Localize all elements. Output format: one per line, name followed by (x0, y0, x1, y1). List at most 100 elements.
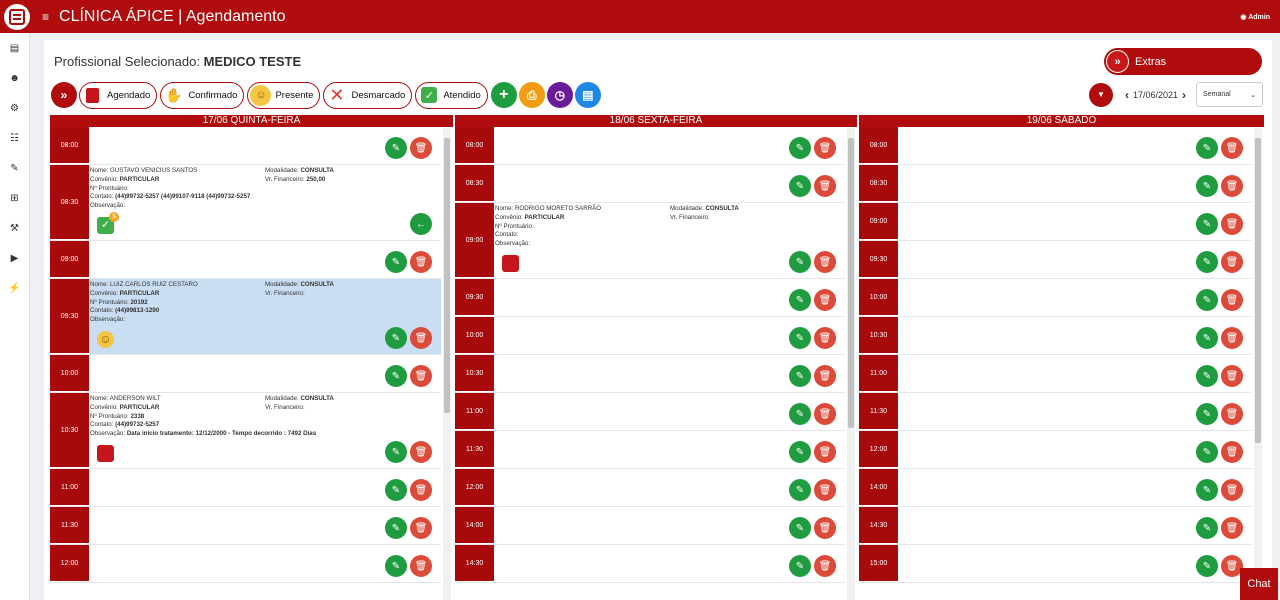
delete-trash-icon[interactable]: 🗑 (814, 251, 836, 273)
time-slot-row[interactable]: 12:00 ✎ 🗑 (455, 469, 845, 507)
time-slot-row[interactable]: 14:30 ✎ 🗑 (859, 507, 1252, 545)
column-scrollbar[interactable] (443, 128, 451, 600)
legend-agendado[interactable]: Agendado (79, 81, 158, 109)
edit-pencil-icon[interactable]: ✎ (1196, 289, 1218, 311)
person-icon[interactable]: ☻ (0, 63, 29, 93)
extras-button[interactable]: » Extras (1104, 48, 1262, 75)
card-icon[interactable]: ▤ (574, 82, 601, 108)
date-dropdown-button[interactable]: ▼ (1089, 82, 1113, 107)
appointment-details[interactable]: Nome: GUSTAVO VENICIUS SANTOS Convênio: P… (90, 167, 334, 211)
time-slot-row[interactable]: 10:30 ✎ 🗑 (859, 317, 1252, 355)
return-arrow-icon[interactable]: ← (410, 213, 432, 235)
edit-pencil-icon[interactable]: ✎ (789, 441, 811, 463)
prev-date-button[interactable]: ‹ (1125, 88, 1129, 102)
app-logo-icon[interactable] (4, 3, 30, 30)
time-slot-row[interactable]: 09:00 ✎ 🗑 (859, 203, 1252, 241)
time-slot-row[interactable]: 14:30 ✎ 🗑 (455, 545, 845, 583)
edit-pencil-icon[interactable]: ✎ (385, 479, 407, 501)
book-icon[interactable]: ▤ (0, 33, 29, 63)
column-scrollbar[interactable] (847, 128, 855, 600)
delete-trash-icon[interactable]: 🗑 (1221, 479, 1243, 501)
user-menu[interactable]: ◉ Admin (1240, 13, 1270, 21)
plug-icon[interactable]: ⚡ (0, 273, 29, 303)
appointment-details[interactable]: Nome: LUIZ CARLOS RUIZ CESTARO Convênio: … (90, 281, 334, 325)
time-slot-row[interactable]: 15:00 ✎ 🗑 (859, 545, 1252, 583)
time-slot-row[interactable]: 09:00 ✎ 🗑 (50, 241, 441, 279)
time-slot-row[interactable]: 10:00 ✎ 🗑 (859, 279, 1252, 317)
edit-icon[interactable]: ✎ (0, 153, 29, 183)
edit-pencil-icon[interactable]: ✎ (789, 479, 811, 501)
delete-trash-icon[interactable]: 🗑 (814, 403, 836, 425)
edit-pencil-icon[interactable]: ✎ (1196, 403, 1218, 425)
time-slot-row[interactable]: 09:30 ✎ 🗑 (859, 241, 1252, 279)
time-slot-row[interactable]: 10:00 ✎ 🗑 (455, 317, 845, 355)
delete-trash-icon[interactable]: 🗑 (814, 175, 836, 197)
time-slot-row[interactable]: 12:00 ✎ 🗑 (50, 545, 441, 583)
delete-trash-icon[interactable]: 🗑 (814, 289, 836, 311)
edit-pencil-icon[interactable]: ✎ (1196, 365, 1218, 387)
edit-pencil-icon[interactable]: ✎ (789, 175, 811, 197)
time-slot-row[interactable]: 08:30 ✎ 🗑 (455, 165, 845, 203)
edit-pencil-icon[interactable]: ✎ (385, 365, 407, 387)
edit-pencil-icon[interactable]: ✎ (385, 251, 407, 273)
edit-pencil-icon[interactable]: ✎ (385, 441, 407, 463)
delete-trash-icon[interactable]: 🗑 (1221, 251, 1243, 273)
edit-pencil-icon[interactable]: ✎ (789, 289, 811, 311)
time-slot-row[interactable]: 08:30 Nome: GUSTAVO VENICIUS SANTOS Convên… (50, 165, 441, 241)
video-icon[interactable]: ▶ (0, 243, 29, 273)
time-slot-row[interactable]: 11:30 ✎ 🗑 (455, 431, 845, 469)
edit-pencil-icon[interactable]: ✎ (1196, 479, 1218, 501)
delete-trash-icon[interactable]: 🗑 (410, 327, 432, 349)
time-slot-row[interactable]: 11:30 ✎ 🗑 (859, 393, 1252, 431)
delete-trash-icon[interactable]: 🗑 (1221, 441, 1243, 463)
time-slot-row[interactable]: 09:30 ✎ 🗑 (455, 279, 845, 317)
edit-pencil-icon[interactable]: ✎ (1196, 213, 1218, 235)
print-icon[interactable]: ⎙ (518, 82, 545, 108)
next-date-button[interactable]: › (1182, 88, 1186, 102)
delete-trash-icon[interactable]: 🗑 (814, 327, 836, 349)
legend-confirmado[interactable]: ✋ Confirmado (160, 81, 245, 109)
delete-trash-icon[interactable]: 🗑 (814, 517, 836, 539)
delete-trash-icon[interactable]: 🗑 (410, 517, 432, 539)
chat-button[interactable]: Chat (1240, 568, 1278, 600)
legend-atendido[interactable]: ✓ Atendido (415, 81, 488, 109)
edit-pencil-icon[interactable]: ✎ (385, 517, 407, 539)
view-select[interactable]: Semanal ⌄ (1196, 82, 1264, 107)
edit-pencil-icon[interactable]: ✎ (1196, 175, 1218, 197)
delete-trash-icon[interactable]: 🗑 (1221, 137, 1243, 159)
edit-pencil-icon[interactable]: ✎ (789, 251, 811, 273)
delete-trash-icon[interactable]: 🗑 (1221, 213, 1243, 235)
time-slot-row[interactable]: 10:30 ✎ 🗑 (455, 355, 845, 393)
gear-icon[interactable]: ⚙ (0, 93, 29, 123)
time-slot-row[interactable]: 09:30 Nome: LUIZ CARLOS RUIZ CESTARO Convê… (50, 279, 441, 355)
edit-pencil-icon[interactable]: ✎ (789, 555, 811, 577)
delete-trash-icon[interactable]: 🗑 (1221, 517, 1243, 539)
delete-trash-icon[interactable]: 🗑 (1221, 327, 1243, 349)
clock-icon[interactable]: ◷ (546, 82, 573, 108)
edit-pencil-icon[interactable]: ✎ (1196, 517, 1218, 539)
time-slot-row[interactable]: 11:00 ✎ 🗑 (455, 393, 845, 431)
delete-trash-icon[interactable]: 🗑 (814, 555, 836, 577)
time-slot-row[interactable]: 11:30 ✎ 🗑 (50, 507, 441, 545)
edit-pencil-icon[interactable]: ✎ (1196, 137, 1218, 159)
time-slot-row[interactable]: 10:00 ✎ 🗑 (50, 355, 441, 393)
delete-trash-icon[interactable]: 🗑 (1221, 175, 1243, 197)
legend-presente[interactable]: ☺ Presente (247, 81, 321, 109)
time-slot-row[interactable]: 08:00 ✎ 🗑 (50, 127, 441, 165)
document-icon[interactable]: ☷ (0, 123, 29, 153)
edit-pencil-icon[interactable]: ✎ (1196, 555, 1218, 577)
edit-pencil-icon[interactable]: ✎ (385, 555, 407, 577)
appointment-details[interactable]: Nome: RODRIGO MORETO SARRÃO Convênio: PAR… (495, 205, 739, 249)
delete-trash-icon[interactable]: 🗑 (1221, 403, 1243, 425)
edit-pencil-icon[interactable]: ✎ (385, 327, 407, 349)
delete-trash-icon[interactable]: 🗑 (1221, 365, 1243, 387)
edit-pencil-icon[interactable]: ✎ (1196, 327, 1218, 349)
delete-trash-icon[interactable]: 🗑 (410, 441, 432, 463)
edit-pencil-icon[interactable]: ✎ (789, 365, 811, 387)
time-slot-row[interactable]: 08:00 ✎ 🗑 (455, 127, 845, 165)
delete-trash-icon[interactable]: 🗑 (814, 479, 836, 501)
legend-desmarcado[interactable]: ✕ Desmarcado (323, 81, 413, 109)
edit-pencil-icon[interactable]: ✎ (385, 137, 407, 159)
edit-pencil-icon[interactable]: ✎ (789, 137, 811, 159)
menu-toggle-icon[interactable]: ≡ (42, 10, 49, 24)
